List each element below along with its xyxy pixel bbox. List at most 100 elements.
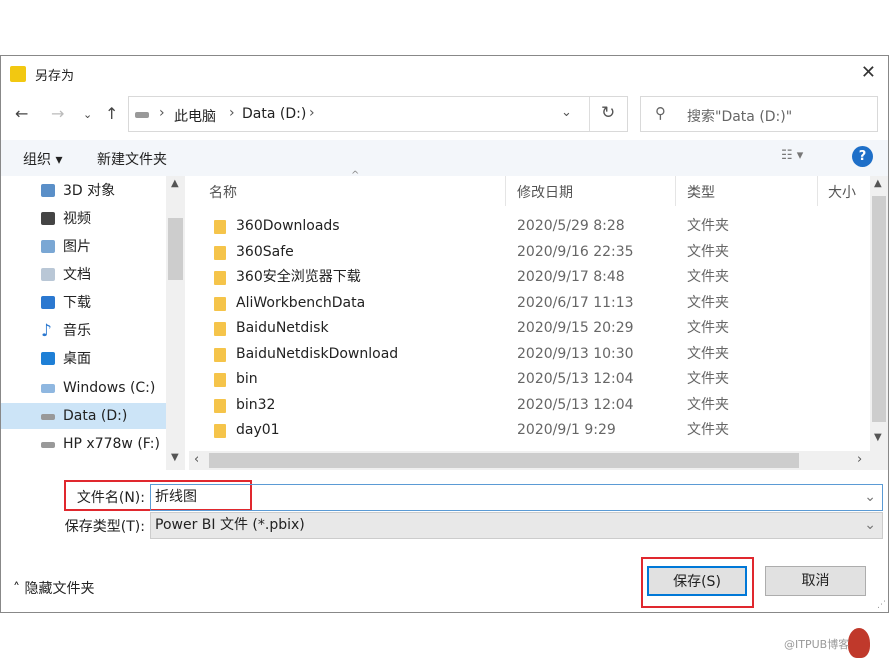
file-name: 360安全浏览器下载 [236,269,361,285]
file-type: 文件夹 [687,218,729,234]
crumb-this-pc[interactable]: 此电脑 [174,106,216,126]
list-scrollbar[interactable]: ▲ ▼ [870,176,888,470]
sort-ascending-icon: ^ [351,170,360,181]
filename-dropdown-icon[interactable]: ⌄ [864,485,876,510]
refresh-icon[interactable]: ↻ [601,103,615,123]
file-date: 2020/5/13 12:04 [517,396,634,413]
column-type[interactable]: 类型 [687,182,715,202]
file-row[interactable]: 360Downloads 2020/5/29 8:28 文件夹 [191,214,871,239]
folder-icon [214,424,226,438]
file-row[interactable]: bin 2020/5/13 12:04 文件夹 [191,367,871,392]
file-type: 文件夹 [687,422,729,438]
file-date: 2020/9/15 20:29 [517,320,634,336]
address-bar[interactable]: › 此电脑 › Data (D:) › ⌄ ↻ [128,96,628,132]
list-scroll-thumb[interactable] [872,196,886,422]
file-date: 2020/9/17 8:48 [517,269,625,285]
folder-icon [214,398,226,413]
sidebar-scroll-thumb[interactable] [168,218,183,280]
folder-icon [214,347,226,362]
desktop-icon [41,352,55,365]
folder-icon [214,220,226,234]
file-name: day01 [236,422,280,438]
filename-input[interactable]: 折线图 ⌄ [150,484,883,511]
file-date: 2020/9/13 10:30 [517,345,634,362]
file-name: AliWorkbenchData [236,294,366,311]
search-input[interactable]: ⚲ 搜索"Data (D:)" [640,96,878,132]
video-icon [41,212,55,225]
help-icon[interactable]: ? [852,146,873,167]
folder-icon [214,271,226,285]
filename-label: 文件名(N): [76,490,145,506]
file-row[interactable]: BaiduNetdiskDownload 2020/9/13 10:30 文件夹 [191,342,871,367]
save-type-label: 保存类型(T): [64,519,145,535]
column-name[interactable]: 名称 [209,182,237,202]
sidebar-item-desktop[interactable]: 桌面 [1,346,166,372]
file-row[interactable]: 360Safe 2020/9/16 22:35 文件夹 [191,240,871,265]
file-type: 文件夹 [687,320,729,336]
file-name: bin32 [236,396,276,413]
file-name: 360Downloads [236,218,340,234]
organize-button[interactable]: 组织 ▾ [23,149,62,169]
address-dropdown-icon[interactable]: ⌄ [561,105,572,120]
file-name: BaiduNetdisk [236,320,329,336]
sidebar-item-windows-c[interactable]: Windows (C:) [1,375,166,401]
dialog-title: 另存为 [35,69,75,84]
navigation-pane: 3D 对象 视频 图片 文档 下载 ♪ 音乐 桌面 Windows (C:) Da… [1,176,186,470]
file-type: 文件夹 [687,269,729,285]
folder-icon [214,322,226,336]
drive-icon [41,442,55,448]
resize-grip-icon[interactable]: ⋰ [877,600,886,610]
download-icon [41,296,55,309]
cancel-button[interactable]: 取消 [765,566,866,596]
sidebar-item-videos[interactable]: 视频 [1,206,166,232]
view-options-icon[interactable]: ☷ ▾ [781,148,803,163]
pictures-icon [41,240,55,253]
save-type-select[interactable]: Power BI 文件 (*.pbix) ⌄ [150,512,883,539]
folder-icon [214,296,226,311]
music-icon: ♪ [41,321,52,341]
file-list: 名称 ^ 修改日期 类型 大小 360Downloads 2020/5/29 8:… [191,170,871,470]
sidebar-item-hp-f[interactable]: HP x778w (F:) [1,431,166,457]
file-name: BaiduNetdiskDownload [236,345,399,362]
save-button[interactable]: 保存(S) [647,566,747,596]
folder-icon [214,245,226,260]
watermark-text: @ITPUB博客 [784,638,850,651]
horizontal-scrollbar[interactable]: ‹ › [189,451,870,470]
hide-folders-toggle[interactable]: ˄ 隐藏文件夹 [13,578,94,598]
crumb-data-d[interactable]: Data (D:) [242,106,306,122]
new-folder-button[interactable]: 新建文件夹 [97,149,167,169]
file-row[interactable]: 360安全浏览器下载 2020/9/17 8:48 文件夹 [191,265,871,290]
sidebar-item-downloads[interactable]: 下载 [1,290,166,316]
sidebar-item-documents[interactable]: 文档 [1,262,166,288]
column-date[interactable]: 修改日期 [517,182,573,202]
drive-icon [41,414,55,420]
file-type: 文件夹 [687,345,729,362]
save-type-dropdown-icon[interactable]: ⌄ [864,513,876,538]
back-icon[interactable]: ← [15,104,28,123]
forward-icon[interactable]: → [51,104,64,123]
file-row[interactable]: day01 2020/9/1 9:29 文件夹 [191,418,871,443]
file-type: 文件夹 [687,371,729,387]
file-row[interactable]: bin32 2020/5/13 12:04 文件夹 [191,393,871,418]
horizontal-scroll-thumb[interactable] [209,453,799,468]
3d-objects-icon [41,184,55,197]
file-date: 2020/6/17 11:13 [517,294,634,311]
file-row[interactable]: AliWorkbenchData 2020/6/17 11:13 文件夹 [191,291,871,316]
chevron-up-icon: ˄ [13,581,25,597]
file-type: 文件夹 [687,294,729,311]
recent-chevron-icon[interactable]: ⌄ [83,108,92,121]
file-row[interactable]: BaiduNetdisk 2020/9/15 20:29 文件夹 [191,316,871,341]
sidebar-item-3d-objects[interactable]: 3D 对象 [1,178,166,204]
documents-icon [41,268,55,281]
up-icon[interactable]: ↑ [105,104,118,123]
folder-icon [214,373,226,387]
close-icon[interactable]: ✕ [861,62,876,83]
sidebar-item-music[interactable]: ♪ 音乐 [1,318,166,344]
sidebar-item-data-d[interactable]: Data (D:) [1,403,166,429]
file-date: 2020/5/13 12:04 [517,371,634,387]
sidebar-scrollbar[interactable]: ▲ ▼ [166,176,185,470]
search-icon: ⚲ [655,104,666,122]
drive-icon [41,384,55,393]
sidebar-item-pictures[interactable]: 图片 [1,234,166,260]
column-size[interactable]: 大小 [828,182,856,202]
